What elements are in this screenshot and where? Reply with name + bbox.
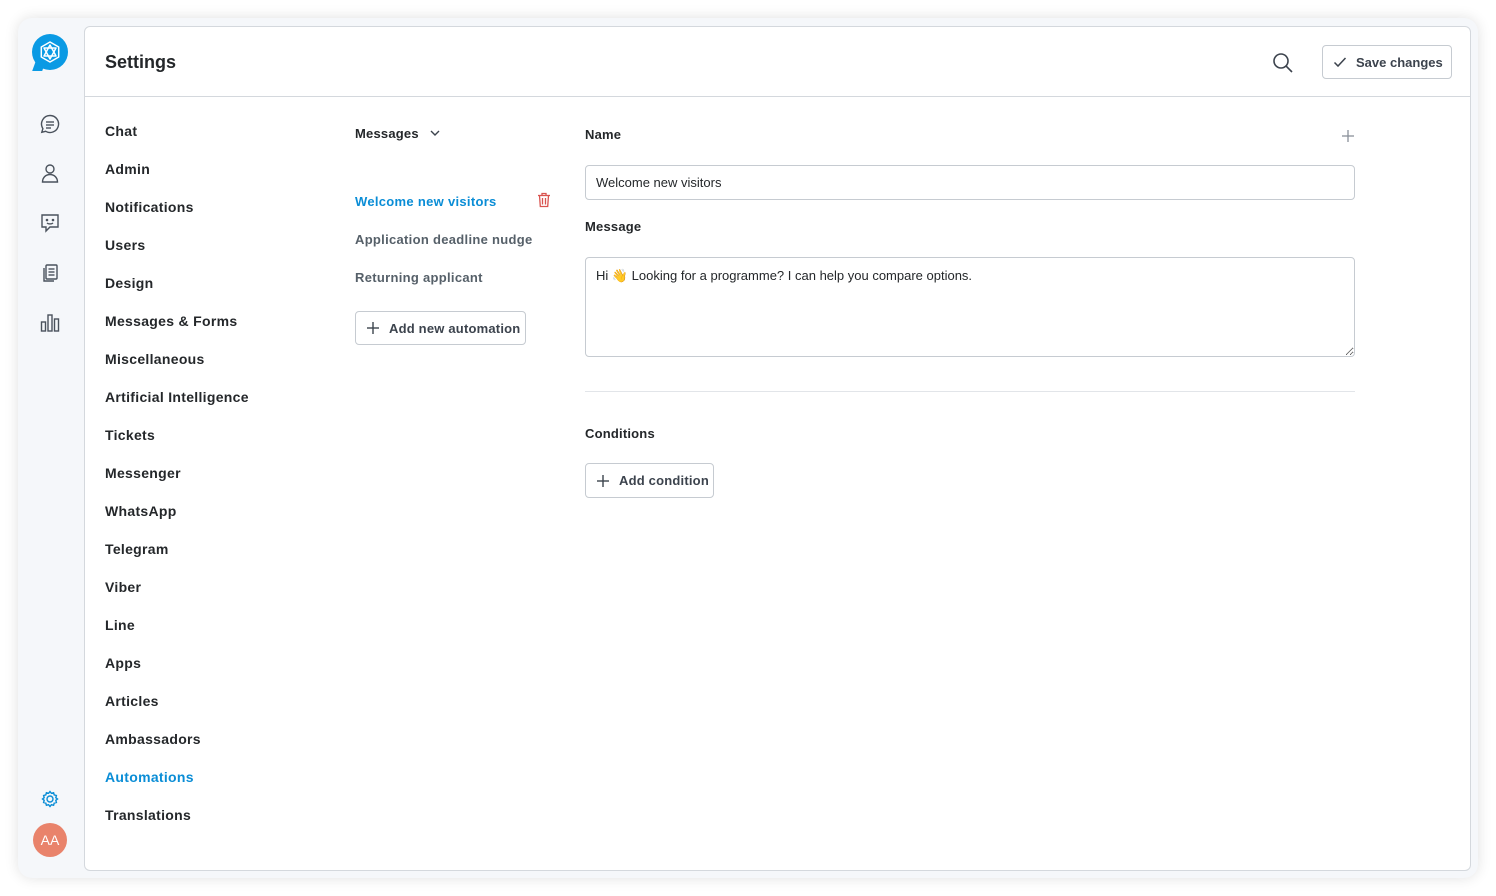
- message-label: Message: [585, 219, 642, 234]
- name-label: Name: [585, 127, 622, 142]
- messages-dropdown[interactable]: Messages: [355, 123, 555, 143]
- avatar[interactable]: AA: [33, 823, 67, 857]
- save-button[interactable]: Save changes: [1322, 45, 1452, 79]
- user-icon[interactable]: [38, 161, 62, 185]
- delete-trash-icon[interactable]: [537, 192, 551, 213]
- avatar-initials: AA: [40, 832, 60, 848]
- nav-item-ambassadors[interactable]: Ambassadors: [105, 731, 249, 769]
- add-plus-icon[interactable]: [1341, 129, 1355, 148]
- nav-item-messages-forms[interactable]: Messages & Forms: [105, 313, 249, 351]
- nav-item-tickets[interactable]: Tickets: [105, 427, 249, 465]
- nav-item-articles[interactable]: Articles: [105, 693, 249, 731]
- logo-icon: [40, 41, 60, 63]
- add-condition-button[interactable]: Add condition: [585, 463, 714, 498]
- add-automation-button[interactable]: Add new automation: [355, 311, 526, 345]
- nav-item-notifications[interactable]: Notifications: [105, 199, 249, 237]
- automation-item-deadline[interactable]: Application deadline nudge: [355, 232, 533, 247]
- plus-icon: [367, 322, 379, 334]
- page-title: Settings: [105, 52, 177, 72]
- settings-panel: Settings Save changes Chat Admin Notificat…: [84, 26, 1471, 871]
- nav-item-whatsapp[interactable]: WhatsApp: [105, 503, 249, 541]
- add-condition-label: Add condition: [619, 473, 709, 488]
- message-textarea[interactable]: Hi 👋 Looking for a programme? I can help…: [585, 257, 1355, 357]
- section-divider: [585, 391, 1355, 392]
- automation-item-welcome[interactable]: Welcome new visitors: [355, 194, 497, 209]
- check-icon: [1333, 57, 1347, 68]
- nav-item-automations[interactable]: Automations: [105, 769, 249, 807]
- app-window: AA Settings Save changes Chat Admin Notifi…: [18, 18, 1478, 878]
- save-button-label: Save changes: [1356, 54, 1443, 70]
- documents-icon[interactable]: [38, 261, 62, 285]
- nav-item-design[interactable]: Design: [105, 275, 249, 313]
- nav-item-messenger[interactable]: Messenger: [105, 465, 249, 503]
- nav-item-telegram[interactable]: Telegram: [105, 541, 249, 579]
- gear-icon[interactable]: [38, 787, 62, 811]
- nav-item-admin[interactable]: Admin: [105, 161, 249, 199]
- bar-chart-icon[interactable]: [38, 311, 62, 335]
- chatbot-icon[interactable]: [38, 211, 62, 235]
- messages-dropdown-label: Messages: [355, 125, 419, 141]
- nav-item-artificial-intelligence[interactable]: Artificial Intelligence: [105, 389, 249, 427]
- plus-icon: [597, 474, 609, 487]
- nav-item-line[interactable]: Line: [105, 617, 249, 655]
- app-logo[interactable]: [32, 34, 68, 70]
- nav-item-translations[interactable]: Translations: [105, 807, 249, 845]
- chevron-down-icon: [430, 130, 440, 136]
- left-rail: AA: [18, 18, 82, 878]
- nav-item-apps[interactable]: Apps: [105, 655, 249, 693]
- automations-column: Messages Welcome new visitors Applicatio…: [355, 123, 555, 345]
- conditions-label: Conditions: [585, 426, 655, 441]
- nav-item-chat[interactable]: Chat: [105, 123, 249, 161]
- nav-item-viber[interactable]: Viber: [105, 579, 249, 617]
- name-input[interactable]: [585, 165, 1355, 200]
- chat-bubble-icon[interactable]: [38, 112, 62, 136]
- settings-nav: Chat Admin Notifications Users Design Message…: [105, 123, 249, 845]
- nav-item-users[interactable]: Users: [105, 237, 249, 275]
- top-bar: Settings Save changes: [85, 27, 1470, 97]
- nav-item-miscellaneous[interactable]: Miscellaneous: [105, 351, 249, 389]
- add-automation-label: Add new automation: [389, 320, 521, 336]
- automation-item-returning[interactable]: Returning applicant: [355, 270, 483, 285]
- search-icon[interactable]: [1271, 51, 1295, 75]
